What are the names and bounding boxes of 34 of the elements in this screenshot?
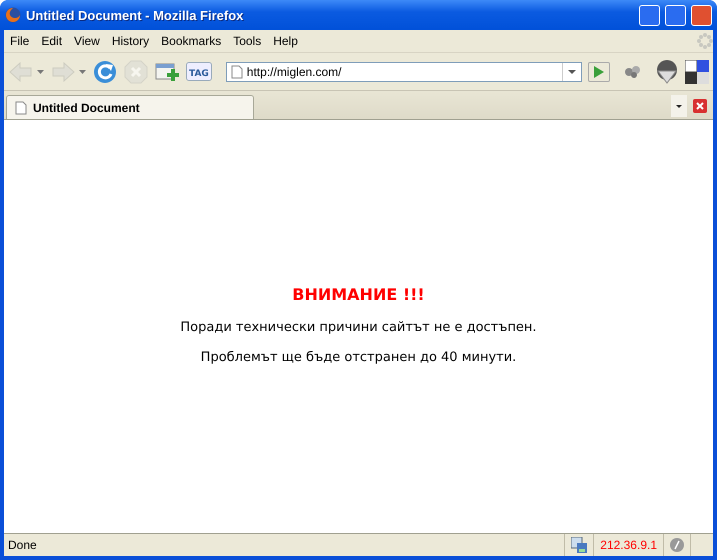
tag-button[interactable]: TAG: [186, 62, 212, 81]
close-tab-icon[interactable]: [693, 99, 707, 113]
download-globe-icon[interactable]: [655, 58, 679, 84]
reload-icon[interactable]: [92, 58, 118, 84]
menu-item[interactable]: Tools: [227, 34, 268, 48]
window-title: Untitled Document - Mozilla Firefox: [26, 8, 244, 22]
tab-list-icon[interactable]: [671, 95, 687, 117]
menu-item[interactable]: Help: [267, 34, 304, 48]
menu-item[interactable]: File: [4, 34, 36, 48]
message-text: Поради технически причини сайтът не е достъпен.: [180, 320, 537, 335]
dropdown-arrow-icon[interactable]: [37, 70, 44, 74]
close-button[interactable]: [691, 4, 712, 26]
go-button[interactable]: [588, 62, 610, 82]
disk-icon: [571, 537, 588, 553]
slash-circle-icon: [670, 538, 684, 552]
menu-item[interactable]: History: [106, 34, 156, 48]
tab[interactable]: Untitled Document: [6, 95, 254, 119]
throbber-icon: [697, 33, 713, 49]
maximize-button[interactable]: [665, 4, 686, 26]
grid-icon[interactable]: [685, 60, 709, 84]
warning-heading: ВНИМАНИЕ !!!: [292, 285, 425, 304]
minimize-button[interactable]: [639, 4, 660, 26]
molecule-icon[interactable]: [624, 64, 642, 78]
play-icon: [592, 66, 605, 78]
dropdown-arrow-icon[interactable]: [79, 70, 86, 74]
page-icon: [15, 100, 27, 114]
menu-item[interactable]: Edit: [35, 34, 68, 48]
ip-address-text: 212.36.9.1: [593, 534, 663, 556]
menu-item[interactable]: Bookmarks: [155, 34, 228, 48]
menu-item[interactable]: View: [68, 34, 106, 48]
status-text: Done: [7, 538, 38, 552]
message-text: Проблемът ще бъде отстранен до 40 минути.: [200, 350, 516, 365]
address-field[interactable]: http://miglen.com/: [226, 62, 582, 82]
firefox-logo-icon: [5, 7, 21, 23]
